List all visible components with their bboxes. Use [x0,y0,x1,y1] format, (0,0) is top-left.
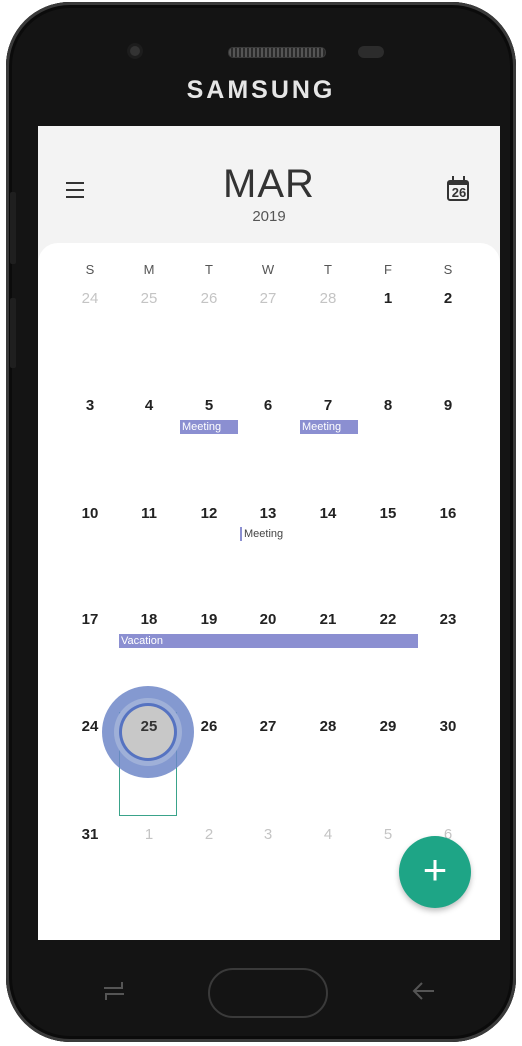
proximity-sensor [358,46,384,58]
day-cell[interactable]: 8 [358,397,418,414]
day-cell[interactable]: 19 [179,611,239,628]
add-event-button[interactable]: + [399,836,471,908]
day-cell[interactable]: 28 [298,718,358,735]
calendar-screen: MAR 2019 26 S M T W T F S 24 25 26 27 28… [38,126,500,940]
brand-logo: SAMSUNG [186,76,336,104]
weekday-thursday: T [324,262,332,277]
weekday-wednesday: W [261,262,275,277]
recent-apps-icon[interactable] [100,978,128,1004]
calendar-today-icon[interactable]: 26 [446,176,472,204]
day-cell[interactable]: 29 [358,718,418,735]
day-cell[interactable]: 22 [358,611,418,628]
day-cell[interactable]: 30 [418,718,478,735]
bixby-button [10,298,16,368]
day-cell[interactable]: 10 [60,505,120,522]
weekday-tuesday: T [205,262,213,277]
day-cell[interactable]: 12 [179,505,239,522]
day-cell[interactable]: 14 [298,505,358,522]
day-cell[interactable]: 4 [298,826,358,843]
day-cell[interactable]: 17 [60,611,120,628]
day-cell[interactable]: 27 [238,718,298,735]
volume-button [10,192,16,264]
weekday-sunday: S [85,262,95,277]
day-cell[interactable]: 21 [298,611,358,628]
day-cell[interactable]: 5 [358,826,418,843]
day-cell-selected[interactable]: 25 [119,718,179,735]
day-cell[interactable]: 15 [358,505,418,522]
day-cell[interactable]: 3 [238,826,298,843]
day-cell[interactable]: 4 [119,397,179,414]
day-cell[interactable]: 31 [60,826,120,843]
day-cell[interactable]: 13 [238,505,298,522]
day-cell[interactable]: 24 [60,290,120,307]
weekday-friday: F [384,262,392,277]
day-cell[interactable]: 5 [179,397,239,414]
earpiece-speaker [228,47,326,58]
day-cell[interactable]: 28 [298,290,358,307]
event-meeting-mar5[interactable]: Meeting [180,420,238,434]
day-cell[interactable]: 20 [238,611,298,628]
day-cell[interactable]: 2 [179,826,239,843]
month-title: MAR [223,162,315,206]
day-cell[interactable]: 9 [418,397,478,414]
day-cell[interactable]: 11 [119,505,179,522]
weekday-saturday: S [443,262,453,277]
home-button[interactable] [208,968,328,1018]
day-cell[interactable]: 18 [119,611,179,628]
day-cell[interactable]: 16 [418,505,478,522]
day-cell[interactable]: 27 [238,290,298,307]
event-vacation[interactable]: Vacation [119,634,418,648]
day-cell[interactable]: 25 [119,290,179,307]
day-cell[interactable]: 23 [418,611,478,628]
year-label: 2019 [252,208,286,225]
front-camera-icon [130,46,140,56]
day-cell[interactable]: 26 [179,290,239,307]
event-meeting-mar13[interactable]: Meeting [240,527,296,541]
day-cell[interactable]: 2 [418,290,478,307]
event-meeting-mar7[interactable]: Meeting [300,420,358,434]
back-arrow-icon[interactable] [410,978,438,1004]
day-cell[interactable]: 3 [60,397,120,414]
day-cell[interactable]: 7 [298,397,358,414]
today-number: 26 [451,185,467,200]
day-cell[interactable]: 6 [238,397,298,414]
day-cell[interactable]: 1 [119,826,179,843]
weekday-monday: M [143,262,155,277]
day-cell[interactable]: 1 [358,290,418,307]
